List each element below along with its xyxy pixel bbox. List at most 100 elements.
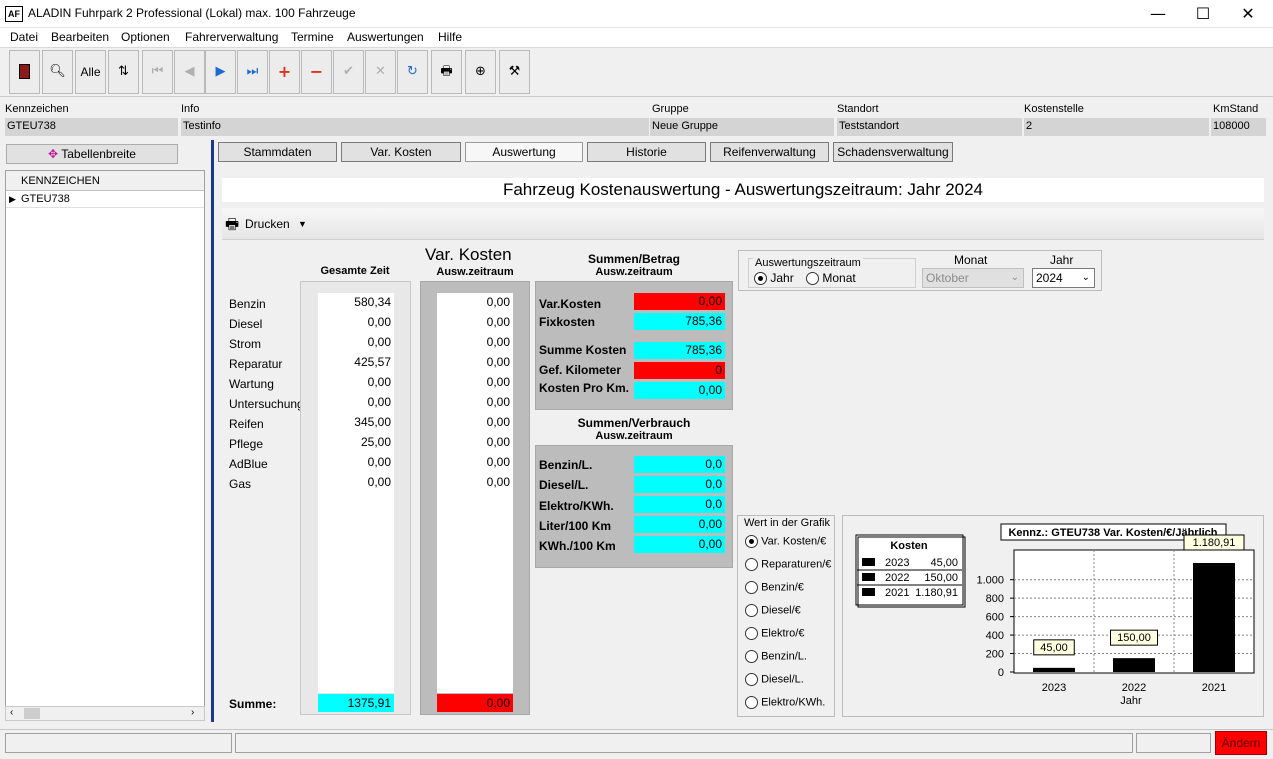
kmstand-field[interactable]: 108000 xyxy=(1211,118,1266,136)
maximize-icon[interactable]: ☐ xyxy=(1180,0,1226,28)
row-pointer-icon: ▶ xyxy=(9,194,16,204)
zoom-icon[interactable]: ⊕ xyxy=(465,50,496,94)
previous-record-icon[interactable]: ◀ xyxy=(174,50,205,94)
category-label: Diesel xyxy=(229,317,263,331)
standort-field[interactable]: Teststandort xyxy=(837,118,1022,136)
monat-radio[interactable]: Monat xyxy=(806,271,856,286)
print-button[interactable]: Drucken xyxy=(245,217,290,231)
sort-icon[interactable]: ⇅ xyxy=(108,50,139,94)
verbrauch-label: Liter/100 Km xyxy=(539,519,612,533)
grid-column-header[interactable]: KENNZEICHEN xyxy=(6,171,204,191)
grid-row[interactable]: ▶ GTEU738 xyxy=(6,191,204,208)
wert-option-elektro-kwh[interactable]: Elektro/KWh. xyxy=(745,696,825,709)
gruppe-label: Gruppe xyxy=(652,103,689,115)
gesamt-value: 0,00 xyxy=(318,313,394,331)
var-value: 0,00 xyxy=(437,413,513,431)
kosten-pro-km-label: Kosten Pro Km. xyxy=(539,381,630,395)
var-kosten-value: 0,00 xyxy=(634,293,725,310)
tools-icon[interactable]: ⚒ xyxy=(499,50,530,94)
panel-splitter[interactable] xyxy=(211,140,214,722)
first-record-icon[interactable]: ⏮ xyxy=(142,50,173,94)
menu-datei[interactable]: Datei xyxy=(10,30,38,44)
close-icon[interactable]: ✕ xyxy=(1225,0,1271,28)
legend-swatch xyxy=(862,558,875,566)
tabellenbreite-button[interactable]: ✥ Tabellenbreite xyxy=(6,144,178,164)
var-value: 0,00 xyxy=(437,293,513,311)
bar-2021 xyxy=(1193,562,1235,672)
var-header: Ausw.zeitraum xyxy=(436,266,514,278)
wert-option-benzin-liter[interactable]: Benzin/L. xyxy=(745,650,807,663)
menu-hilfe[interactable]: Hilfe xyxy=(438,30,462,44)
jahr-radio[interactable]: Jahr xyxy=(754,271,794,286)
move-icon: ✥ xyxy=(48,147,59,161)
aendern-button[interactable]: Ändern xyxy=(1215,731,1267,755)
category-label: Gas xyxy=(229,477,252,491)
var-value: 0,00 xyxy=(437,453,513,471)
jahr-label: Jahr xyxy=(1050,253,1074,267)
monat-label: Monat xyxy=(954,253,988,267)
jahr-radio-label: Jahr xyxy=(770,271,794,285)
info-label: Info xyxy=(181,103,200,115)
category-label: Strom xyxy=(229,337,262,351)
tab-reifenverwaltung[interactable]: Reifenverwaltung xyxy=(710,142,829,162)
exit-icon[interactable] xyxy=(9,50,40,94)
tab-schadensverwaltung[interactable]: Schadensverwaltung xyxy=(833,142,953,162)
kennzeichen-field[interactable]: GTEU738 xyxy=(5,118,178,136)
last-record-icon[interactable]: ⏭ xyxy=(237,50,268,94)
wert-option-label: Reparaturen/€ xyxy=(761,558,832,571)
wert-option-label: Elektro/€ xyxy=(761,627,805,640)
legend-year: 2023 xyxy=(885,557,909,569)
jahr-select[interactable]: 2024 ⌄ xyxy=(1032,268,1095,288)
scroll-left-icon[interactable]: ‹ xyxy=(10,707,13,718)
tab-auswertung[interactable]: Auswertung xyxy=(465,142,583,162)
menu-termine[interactable]: Termine xyxy=(291,30,334,44)
cost-chart: Kosten 2023 45,002022 150,002021 1.180,91 K… xyxy=(855,523,1255,707)
wert-option-var-kosten[interactable]: Var. Kosten/€ xyxy=(745,535,826,548)
info-field[interactable]: Testinfo xyxy=(181,118,649,136)
add-icon[interactable]: + xyxy=(269,50,300,94)
kostenstelle-field[interactable]: 2 xyxy=(1024,118,1209,136)
tabellenbreite-label: Tabellenbreite xyxy=(61,147,136,161)
menu-optionen[interactable]: Optionen xyxy=(121,30,170,44)
wert-option-benzin-euro[interactable]: Benzin/€ xyxy=(745,581,804,594)
legend-value: 150,00 xyxy=(924,572,958,584)
wert-grafik-label: Wert in der Grafik xyxy=(744,517,830,529)
status-panel-1 xyxy=(5,733,232,753)
category-label: Pflege xyxy=(229,437,264,451)
tab-stammdaten[interactable]: Stammdaten xyxy=(218,142,337,162)
wert-option-reparaturen[interactable]: Reparaturen/€ xyxy=(745,558,831,571)
monat-select[interactable]: Oktober ⌄ xyxy=(922,268,1024,288)
next-record-icon[interactable]: ▶ xyxy=(205,50,236,94)
legend-year: 2022 xyxy=(885,572,909,584)
wert-option-elektro-euro[interactable]: Elektro/€ xyxy=(745,627,804,640)
wert-option-label: Diesel/€ xyxy=(761,604,801,617)
print-dropdown-icon[interactable]: ▼ xyxy=(298,219,307,229)
wert-option-diesel-euro[interactable]: Diesel/€ xyxy=(745,604,801,617)
tab-var-kosten[interactable]: Var. Kosten xyxy=(341,142,461,162)
standort-label: Standort xyxy=(837,103,879,115)
gruppe-field[interactable]: Neue Gruppe xyxy=(650,118,834,136)
cancel-icon[interactable]: ✕ xyxy=(365,50,396,94)
minimize-icon[interactable]: — xyxy=(1135,0,1181,28)
summe-kosten-label: Summe Kosten xyxy=(539,343,627,357)
search-icon[interactable]: 🔍︎ xyxy=(42,50,73,94)
print-icon[interactable]: 🖶 xyxy=(431,50,462,94)
scroll-right-icon[interactable]: › xyxy=(191,707,194,718)
menu-fahrerverwaltung[interactable]: Fahrerverwaltung xyxy=(185,30,278,44)
summe-kosten-value: 785,36 xyxy=(634,342,725,359)
save-icon[interactable]: ✔ xyxy=(333,50,364,94)
delete-icon[interactable]: − xyxy=(301,50,332,94)
verbrauch-label: Benzin/L. xyxy=(539,458,593,472)
printer-icon[interactable]: 🖶 xyxy=(225,214,239,239)
category-label: Benzin xyxy=(229,297,266,311)
scroll-thumb[interactable] xyxy=(24,708,40,719)
refresh-icon[interactable]: ↻ xyxy=(397,50,428,94)
wert-option-diesel-liter[interactable]: Diesel/L. xyxy=(745,673,804,686)
category-label: AdBlue xyxy=(229,457,268,471)
menu-bearbeiten[interactable]: Bearbeiten xyxy=(51,30,109,44)
tab-historie[interactable]: Historie xyxy=(587,142,706,162)
show-all-button[interactable]: Alle xyxy=(75,50,106,94)
gesamt-value: 0,00 xyxy=(318,453,394,471)
verbrauch-value: 0,00 xyxy=(634,516,725,533)
menu-auswertungen[interactable]: Auswertungen xyxy=(347,30,424,44)
